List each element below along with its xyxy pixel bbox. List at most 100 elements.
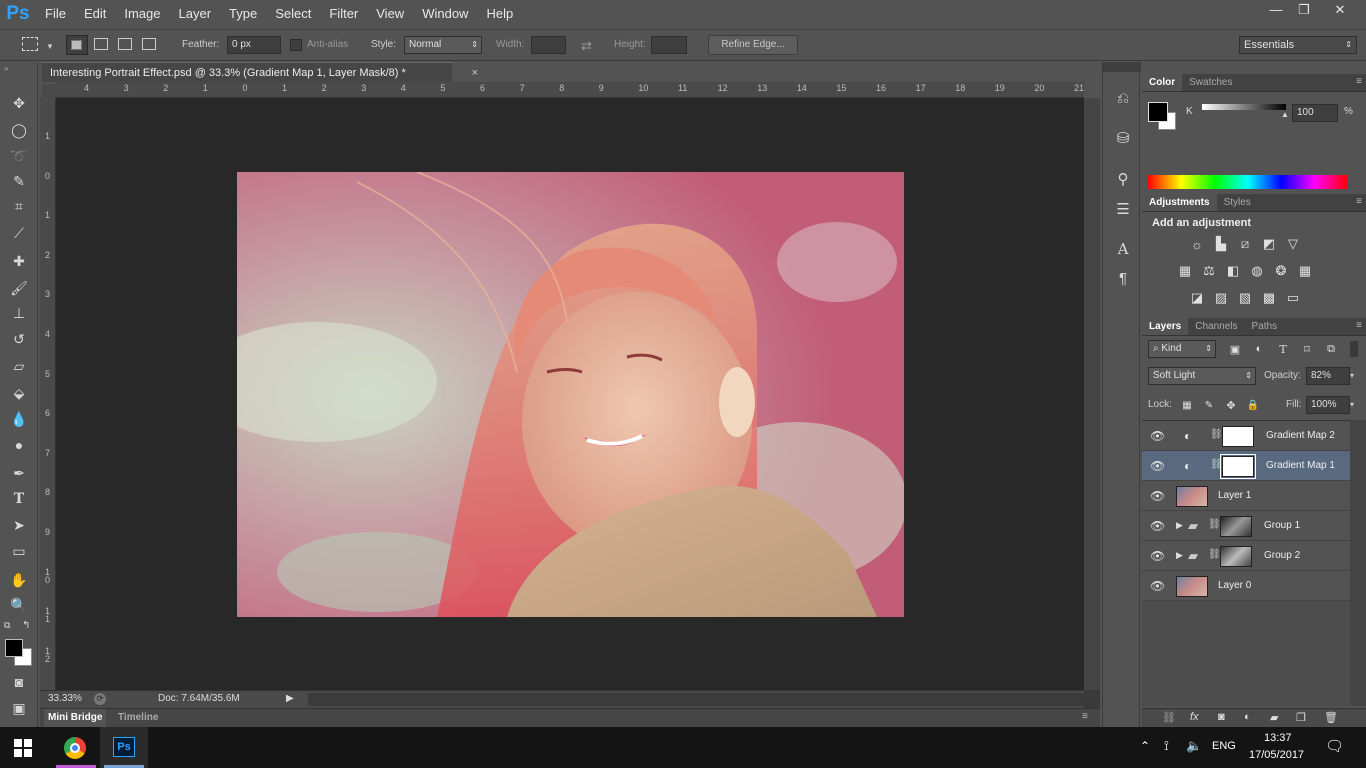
menu-image[interactable]: Image (115, 0, 169, 28)
crop-tool-icon[interactable]: ⌗ (8, 195, 30, 217)
paint-bucket-icon[interactable]: ⬙ (8, 382, 30, 404)
filter-toggle[interactable] (1350, 341, 1358, 357)
volume-icon[interactable]: 🔈 (1186, 738, 1202, 754)
gradient-map-icon[interactable]: ▩ (1260, 290, 1278, 306)
rectangle-tool-icon[interactable]: ▭ (8, 540, 30, 562)
character-panel-icon[interactable]: A (1112, 238, 1134, 260)
language-indicator[interactable]: ENG (1212, 740, 1236, 752)
expand-arrow-icon[interactable]: ▶ (1176, 520, 1183, 531)
mask-icon[interactable]: ◙ (1218, 711, 1225, 723)
height-input[interactable] (651, 36, 687, 54)
workspace-select[interactable]: Essentials ⇕ (1239, 36, 1357, 54)
foreground-color-swatch[interactable] (5, 639, 23, 657)
blur-tool-icon[interactable]: 💧 (8, 408, 30, 430)
invert-icon[interactable]: ◪ (1188, 290, 1206, 306)
brush-presets-icon[interactable]: ⚲ (1112, 168, 1134, 190)
curves-icon[interactable]: ⧄ (1236, 236, 1254, 252)
tab-adjustments[interactable]: Adjustments (1142, 194, 1217, 211)
brush-tool-icon[interactable]: 🖌 (8, 277, 30, 299)
tab-layers[interactable]: Layers (1142, 318, 1189, 335)
selective-color-icon[interactable]: ▭ (1284, 290, 1302, 306)
tab-color[interactable]: Color (1142, 74, 1183, 91)
blend-mode-select[interactable]: Soft Light ⇕ (1148, 367, 1256, 385)
layer-thumbnail[interactable] (1176, 576, 1208, 597)
chevron-down-icon[interactable]: ▾ (1350, 396, 1358, 414)
chevron-down-icon[interactable]: ▼ (46, 42, 54, 51)
layer-mask-thumbnail[interactable] (1222, 426, 1254, 447)
add-to-selection-icon[interactable] (94, 38, 108, 50)
adjustment-icon[interactable]: ◐ (1244, 711, 1251, 723)
layers-scrollbar[interactable] (1350, 420, 1366, 706)
tab-mini-bridge[interactable]: Mini Bridge (44, 709, 107, 727)
tab-timeline[interactable]: Timeline (118, 709, 158, 727)
marquee-tool-preset-icon[interactable] (22, 37, 38, 51)
chrome-icon[interactable] (64, 737, 86, 759)
visibility-eye-icon[interactable]: 👁 (1150, 549, 1165, 563)
notifications-icon[interactable]: 🗨 (1325, 737, 1344, 755)
screen-mode-icon[interactable]: ▣ (8, 697, 30, 719)
layer-thumbnail[interactable] (1220, 546, 1252, 567)
lock-pixels-icon[interactable]: ✎ (1200, 397, 1218, 413)
filter-adjustment-icon[interactable]: ◐ (1250, 341, 1268, 357)
black-white-icon[interactable]: ◧ (1224, 263, 1242, 279)
exposure-icon[interactable]: ◩ (1260, 236, 1278, 252)
status-menu-arrow-icon[interactable]: ▶ (286, 693, 294, 704)
threshold-icon[interactable]: ▧ (1236, 290, 1254, 306)
layer-row[interactable]: 👁 ▶ ▰ ⛓ Group 1 (1142, 511, 1350, 541)
k-slider[interactable] (1202, 104, 1286, 110)
link-icon[interactable]: ⛓ (1162, 711, 1176, 724)
chain-link-icon[interactable]: ⛓ (1210, 429, 1223, 440)
k-value-input[interactable]: 100 (1292, 104, 1338, 122)
menu-layer[interactable]: Layer (170, 0, 221, 28)
zoom-tool-icon[interactable]: 🔍 (8, 594, 30, 616)
color-balance-icon[interactable]: ⚖ (1200, 263, 1218, 279)
elliptical-marquee-icon[interactable]: ◯ (8, 119, 30, 141)
panel-menu-icon[interactable]: ≡ (1082, 711, 1088, 722)
hue-saturation-icon[interactable]: ▦ (1176, 263, 1194, 279)
menu-view[interactable]: View (367, 0, 413, 28)
layer-row[interactable]: 👁 Layer 1 (1142, 481, 1350, 511)
filter-smart-object-icon[interactable]: ⧉ (1322, 341, 1340, 357)
photo-filter-icon[interactable]: ◍ (1248, 263, 1266, 279)
filter-pixel-icon[interactable]: ▣ (1226, 341, 1244, 357)
posterize-icon[interactable]: ▨ (1212, 290, 1230, 306)
expand-arrow-icon[interactable]: ▶ (1176, 550, 1183, 561)
chain-link-icon[interactable]: ⛓ (1208, 519, 1221, 530)
panel-menu-icon[interactable]: ≡ (1356, 76, 1362, 87)
brightness-icon[interactable]: ☼ (1188, 236, 1206, 252)
dock-header[interactable] (1103, 62, 1141, 72)
panel-menu-icon[interactable]: ≡ (1356, 320, 1362, 331)
path-selection-icon[interactable]: ➤ (8, 514, 30, 536)
document-tab[interactable]: Interesting Portrait Effect.psd @ 33.3% … (42, 62, 478, 82)
lock-transparent-icon[interactable]: ▦ (1178, 397, 1196, 413)
width-input[interactable] (531, 36, 566, 54)
network-icon[interactable]: ⟟ (1164, 738, 1169, 754)
levels-icon[interactable]: ▙ (1212, 236, 1230, 252)
chain-link-icon[interactable]: ⛓ (1208, 549, 1221, 560)
visibility-eye-icon[interactable]: 👁 (1150, 489, 1165, 503)
tab-styles[interactable]: Styles (1217, 194, 1258, 211)
quick-mask-icon[interactable]: ◙ (8, 671, 30, 693)
feather-input[interactable]: 0 px (227, 36, 281, 54)
fill-input[interactable]: 100% (1306, 396, 1350, 414)
menu-file[interactable]: File (36, 0, 75, 28)
slider-handle-icon[interactable]: ▲ (1281, 110, 1289, 119)
color-lookup-icon[interactable]: ▦ (1296, 263, 1314, 279)
trash-icon[interactable]: 🗑 (1324, 711, 1338, 724)
swap-colors-icon[interactable]: ↰ (22, 620, 30, 631)
eraser-tool-icon[interactable]: ▱ (8, 355, 30, 377)
folder-icon[interactable]: ▰ (1270, 711, 1278, 724)
refine-edge-button[interactable]: Refine Edge... (708, 35, 798, 55)
default-colors-icon[interactable]: ⧉ (4, 620, 10, 631)
intersect-selection-icon[interactable] (142, 38, 156, 50)
eyedropper-tool-icon[interactable]: ⟋ (8, 222, 30, 244)
close-button[interactable]: ✕ (1322, 0, 1358, 20)
vibrance-icon[interactable]: ▽ (1284, 236, 1302, 252)
brush-panel-icon[interactable]: ☰ (1112, 198, 1134, 220)
pen-tool-icon[interactable]: ✒ (8, 462, 30, 484)
document-canvas-image[interactable] (237, 172, 904, 617)
lasso-tool-icon[interactable]: ➰ (8, 145, 30, 167)
healing-brush-icon[interactable]: ✚ (8, 250, 30, 272)
paragraph-panel-icon[interactable]: ¶ (1112, 267, 1134, 289)
tab-swatches[interactable]: Swatches (1182, 74, 1239, 91)
